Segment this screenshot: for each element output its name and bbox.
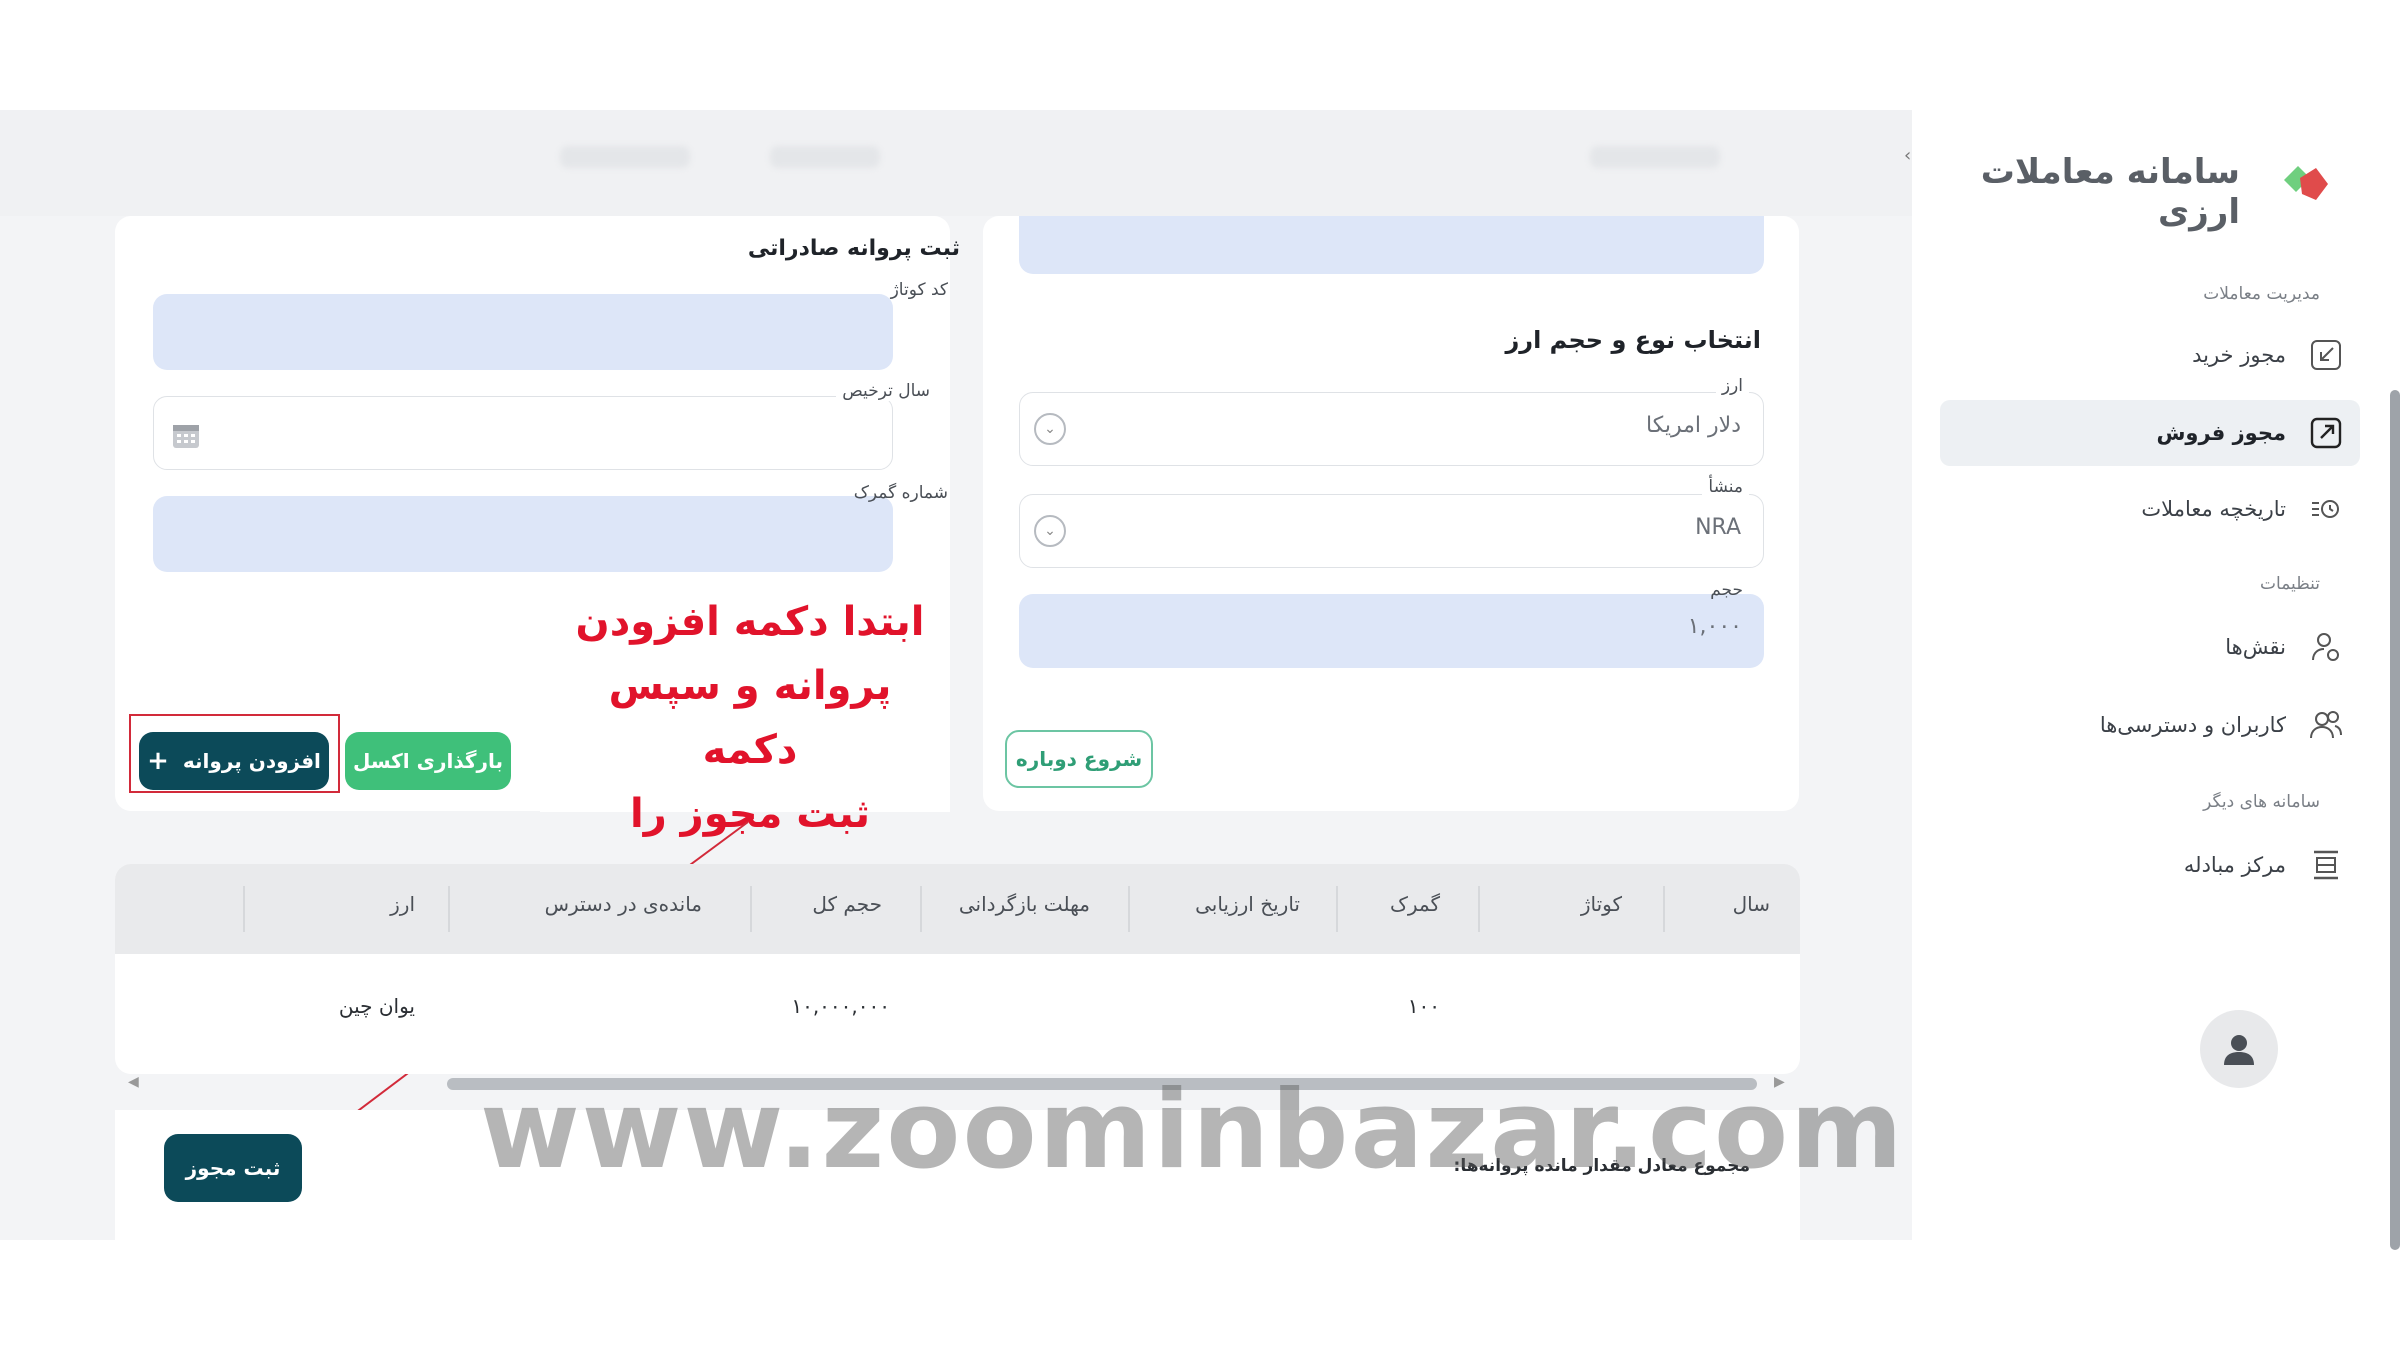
submit-license-button[interactable]: ثبت مجوز [164,1134,302,1202]
column-header-remaining: مانده‌ی در دسترس [544,892,702,916]
scroll-left-arrow-icon[interactable]: ◀ [128,1074,139,1090]
table-header: سال کوتاژ گمرک تاریخ ارزیابی مهلت بازگرد… [115,864,1800,954]
cell-customs: ۱۰۰ [1407,994,1440,1018]
column-header-cotage: کوتاژ [1580,892,1622,916]
cell-total-volume: ۱۰,۰۰۰,۰۰۰ [791,994,890,1018]
cell-currency: یوان چین [338,994,415,1018]
column-header-total-volume: حجم کل [812,892,882,916]
column-header-assessment-date: تاریخ ارزیابی [1195,892,1300,916]
watermark-text: www.zoominbazar.com [480,1068,1905,1193]
column-header-year: سال [1732,892,1770,916]
licenses-table: سال کوتاژ گمرک تاریخ ارزیابی مهلت بازگرد… [115,864,1800,1074]
column-header-currency: ارز [390,892,415,916]
column-header-return-deadline: مهلت بازگردانی [958,892,1090,916]
column-header-customs: گمرک [1389,892,1440,916]
